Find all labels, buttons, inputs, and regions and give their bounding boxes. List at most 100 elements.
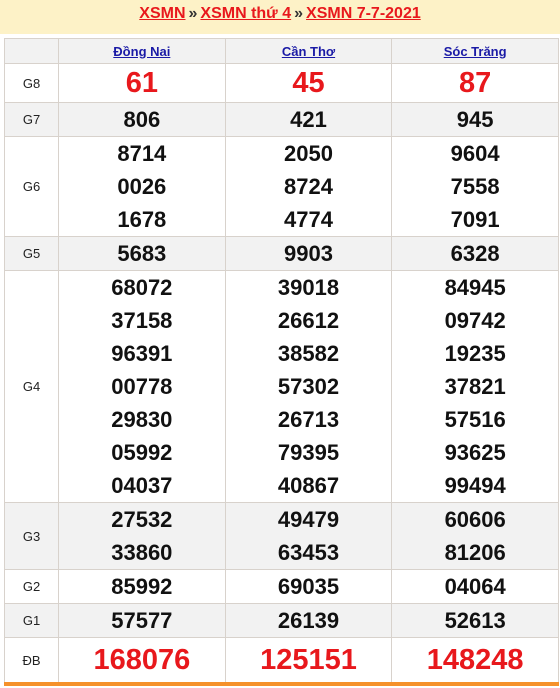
- prize-number: 85992: [111, 574, 173, 599]
- prize-row: G5 5683 9903 6328: [4, 236, 559, 271]
- prize-cell: 806: [58, 102, 226, 137]
- prize-number: 7558: [450, 174, 500, 199]
- prize-cell: 45: [224, 63, 393, 103]
- prize-number: 806: [123, 107, 161, 132]
- prize-row: G2 85992 69035 04064: [4, 569, 559, 604]
- prize-number: 96391: [111, 341, 173, 366]
- breadcrumb-link-xsmn[interactable]: XSMN: [139, 5, 185, 22]
- prize-cell: 52613: [391, 603, 559, 638]
- prize-number: 0026: [117, 174, 167, 199]
- prize-number: 7091: [450, 207, 500, 232]
- prize-number: 5683: [117, 241, 167, 266]
- prize-cell: 421: [224, 102, 393, 137]
- prize-number: 57302: [277, 374, 340, 399]
- prize-row: G3 27532 33860 49479 63453 60606 81206: [4, 502, 559, 570]
- prize-number: 9903: [284, 241, 333, 266]
- breadcrumb-link-weekday[interactable]: XSMN thứ 4: [200, 5, 291, 22]
- prize-label: ĐB: [4, 637, 59, 685]
- province-header: Cần Thơ: [224, 38, 393, 64]
- prize-number: 26612: [277, 308, 340, 333]
- prize-row: G1 57577 26139 52613: [4, 603, 559, 638]
- province-link-can-tho[interactable]: Cần Thơ: [282, 44, 335, 59]
- prize-cell: 8714 0026 1678: [58, 136, 226, 237]
- prize-cell: 57577: [58, 603, 226, 638]
- breadcrumb-link-date[interactable]: XSMN 7-7-2021: [306, 5, 421, 22]
- prize-number: 63453: [277, 540, 340, 565]
- prize-cell: 148248: [391, 637, 559, 685]
- province-header: Sóc Trăng: [391, 38, 559, 64]
- prize-number: 09742: [444, 308, 506, 333]
- prize-row: G8 61 45 87: [4, 63, 559, 103]
- prize-cell: 9604 7558 7091: [391, 136, 559, 237]
- prize-cell: 04064: [391, 569, 559, 604]
- prize-cell: 39018 26612 38582 57302 26713 79395 40867: [224, 270, 393, 503]
- prize-number: 05992: [111, 440, 173, 465]
- prize-number: 4774: [284, 207, 333, 232]
- prize-number: 39018: [277, 275, 340, 300]
- prize-number: 26713: [277, 407, 340, 432]
- prize-number: 84945: [444, 275, 506, 300]
- prize-row: G7 806 421 945: [4, 102, 559, 137]
- header-corner: [4, 38, 59, 64]
- prize-number: 27532: [111, 507, 173, 532]
- prize-label: G3: [4, 502, 59, 570]
- prize-number: 26139: [277, 608, 340, 633]
- header-row: Đồng Nai Cần Thơ Sóc Trăng: [4, 38, 559, 64]
- prize-label: G4: [4, 270, 59, 503]
- prize-cell: 27532 33860: [58, 502, 226, 570]
- prize-number: 37158: [111, 308, 173, 333]
- prize-number: 04064: [444, 574, 506, 599]
- prize-number: 79395: [277, 440, 340, 465]
- prize-number: 2050: [284, 141, 333, 166]
- prize-cell: 84945 09742 19235 37821 57516 93625 99494: [391, 270, 559, 503]
- province-link-soc-trang[interactable]: Sóc Trăng: [444, 44, 507, 59]
- prize-number: 49479: [277, 507, 340, 532]
- prize-number: 00778: [111, 374, 173, 399]
- prize-number: 1678: [117, 207, 167, 232]
- prize-number: 40867: [277, 473, 340, 498]
- prize-row: ĐB 168076 125151 148248: [4, 637, 559, 685]
- prize-number: 69035: [277, 574, 340, 599]
- prize-number: 29830: [111, 407, 173, 432]
- prize-number: 38582: [277, 341, 340, 366]
- prize-cell: 9903: [224, 236, 393, 271]
- prize-number: 19235: [444, 341, 506, 366]
- breadcrumb: XSMN» XSMN thứ 4» XSMN 7-7-2021: [0, 0, 560, 34]
- prize-label: G5: [4, 236, 59, 271]
- prize-cell: 6328: [391, 236, 559, 271]
- prize-cell: 5683: [58, 236, 226, 271]
- prize-number: 04037: [111, 473, 173, 498]
- prize-cell: 49479 63453: [224, 502, 393, 570]
- prize-cell: 945: [391, 102, 559, 137]
- prize-number: 168076: [93, 644, 191, 676]
- prize-number: 99494: [444, 473, 506, 498]
- prize-cell: 85992: [58, 569, 226, 604]
- province-link-dong-nai[interactable]: Đồng Nai: [113, 44, 170, 59]
- prize-cell: 168076: [58, 637, 226, 685]
- prize-number: 68072: [111, 275, 173, 300]
- prize-cell: 60606 81206: [391, 502, 559, 570]
- prize-number: 61: [125, 67, 158, 99]
- prize-number: 60606: [444, 507, 506, 532]
- prize-cell: 87: [391, 63, 559, 103]
- prize-number: 57577: [111, 608, 173, 633]
- prize-number: 52613: [444, 608, 506, 633]
- prize-number: 125151: [260, 644, 357, 676]
- prize-label: G7: [4, 102, 59, 137]
- prize-label: G1: [4, 603, 59, 638]
- prize-label: G6: [4, 136, 59, 237]
- prize-number: 57516: [444, 407, 506, 432]
- prize-row: G4 68072 37158 96391 00778 29830 05992 04037 390…: [4, 270, 559, 503]
- prize-cell: 69035: [224, 569, 393, 604]
- prize-label: G2: [4, 569, 59, 604]
- prize-cell: 68072 37158 96391 00778 29830 05992 04037: [58, 270, 226, 503]
- prize-number: 33860: [111, 540, 173, 565]
- breadcrumb-separator: »: [188, 5, 198, 22]
- prize-cell: 61: [58, 63, 226, 103]
- prize-number: 9604: [450, 141, 500, 166]
- prize-number: 37821: [444, 374, 506, 399]
- prize-number: 8714: [117, 141, 167, 166]
- results-table: Đồng Nai Cần Thơ Sóc Trăng G8 61 45 87 G7 806…: [4, 38, 559, 686]
- prize-cell: 2050 8724 4774: [224, 136, 393, 237]
- breadcrumb-separator: »: [294, 5, 304, 22]
